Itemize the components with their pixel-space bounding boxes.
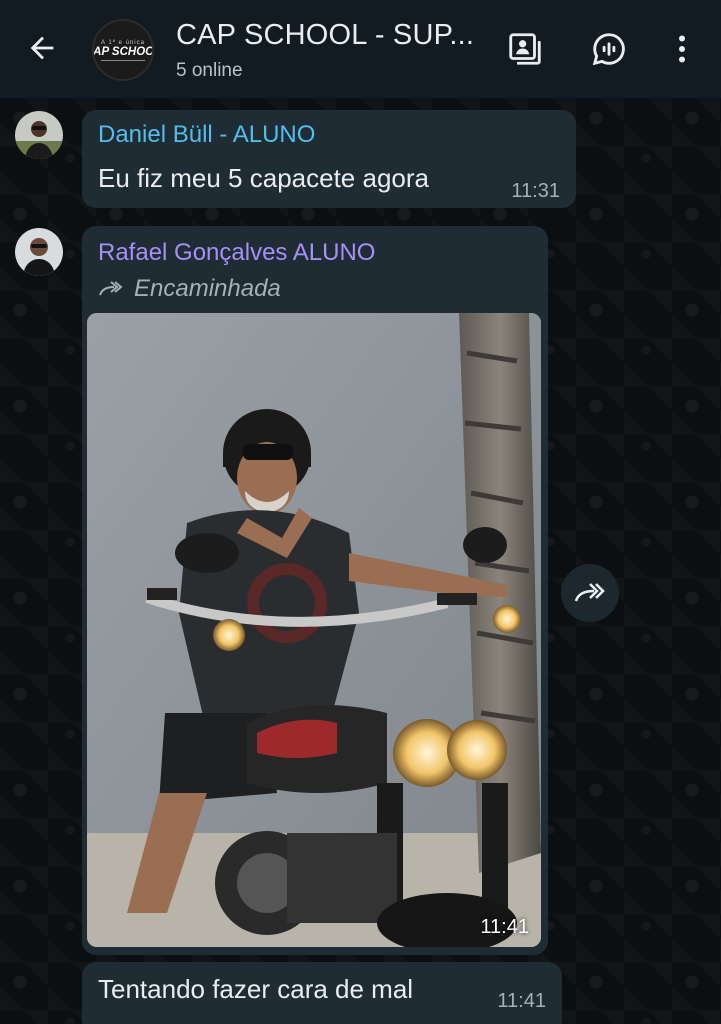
message-text: Eu fiz meu 5 capacete agora [98, 163, 429, 193]
back-button[interactable] [22, 28, 62, 68]
menu-button[interactable] [662, 29, 702, 69]
group-info-button[interactable] [505, 29, 545, 69]
message-bubble[interactable]: Daniel Büll - ALUNO Eu fiz meu 5 capacet… [82, 110, 576, 208]
caption-text: Tentando fazer cara de mal [98, 974, 414, 1004]
chat-title[interactable]: CAP SCHOOL - SUP... [176, 19, 474, 52]
photo-time: 11:41 [480, 916, 529, 938]
message-time: 11:31 [511, 180, 560, 202]
caption-bubble[interactable]: Tentando fazer cara de mal 11:41 [82, 962, 562, 1024]
forwarded-indicator: Encaminhada [96, 275, 281, 303]
avatar-daniel[interactable] [15, 111, 63, 159]
group-avatar[interactable]: A 1ª e única CAP SCHOOL [92, 19, 154, 81]
voice-chat-icon [592, 33, 625, 66]
chat-header: A 1ª e única CAP SCHOOL CAP SCHOOL - SUP… [0, 0, 721, 98]
share-forward-icon [574, 583, 605, 602]
back-arrow-icon [30, 36, 54, 60]
caption-time: 11:41 [497, 990, 546, 1012]
more-vert-icon [679, 35, 685, 63]
chat-status: 5 online [176, 60, 243, 81]
contact-card-icon [509, 33, 541, 65]
photo-image [87, 313, 541, 947]
logo-underline [101, 59, 145, 61]
sender-name[interactable]: Rafael Gonçalves ALUNO [98, 239, 375, 267]
sender-name[interactable]: Daniel Büll - ALUNO [98, 121, 315, 149]
voice-chat-button[interactable] [589, 29, 629, 69]
avatar-rafael[interactable] [15, 228, 63, 276]
forward-icon [99, 281, 123, 296]
logo-text: CAP SCHOOL [93, 45, 154, 58]
message-photo[interactable]: 11:41 [87, 313, 541, 947]
forward-button[interactable] [561, 564, 619, 622]
forwarded-label: Encaminhada [134, 275, 281, 302]
